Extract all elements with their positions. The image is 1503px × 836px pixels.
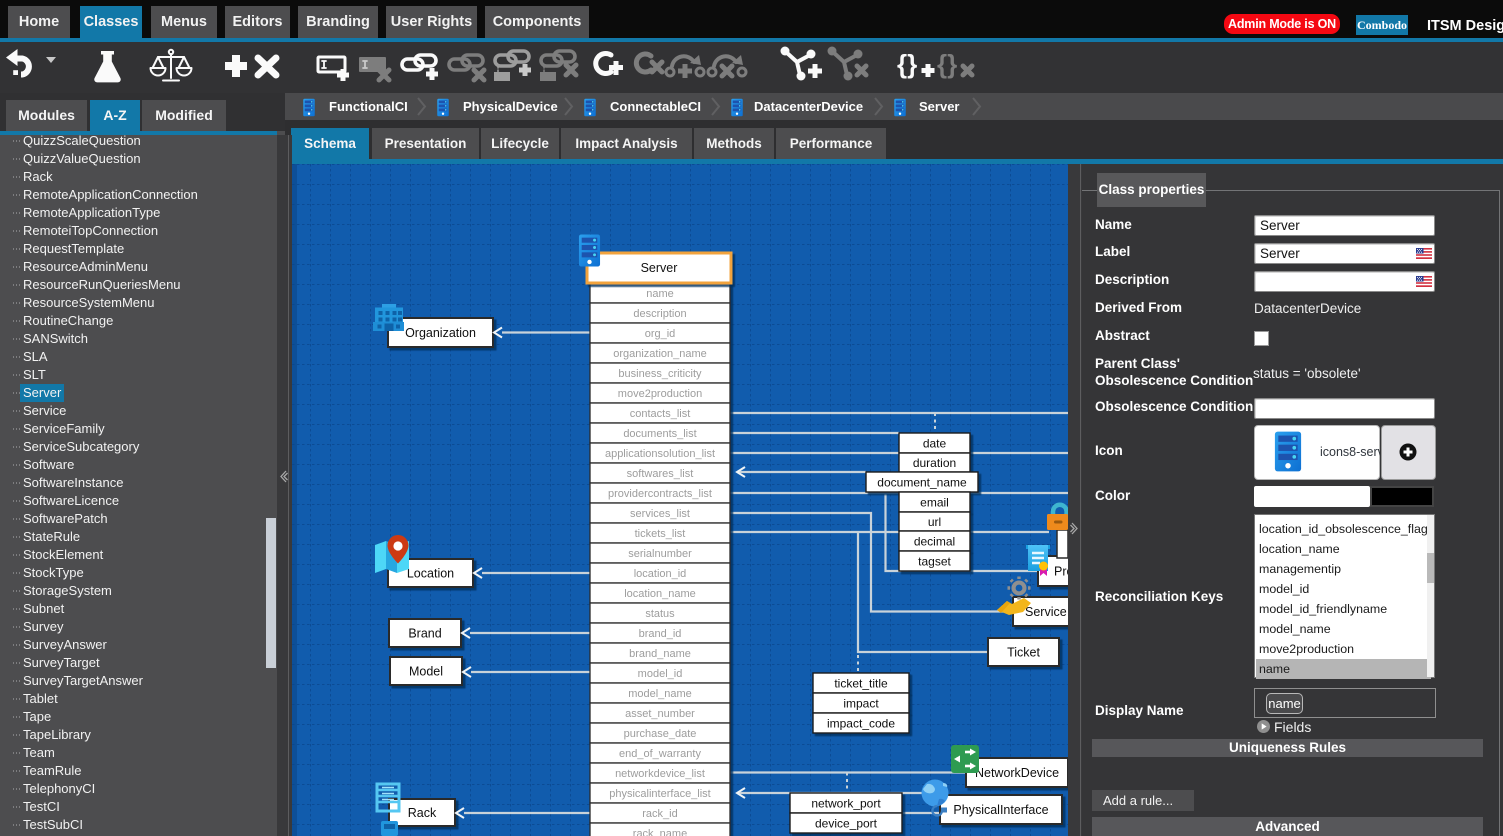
svg-text:tagset: tagset bbox=[918, 555, 951, 569]
svg-text:Brand: Brand bbox=[408, 627, 441, 641]
svg-text:impact_code: impact_code bbox=[827, 717, 895, 731]
svg-text:asset_number: asset_number bbox=[625, 708, 695, 720]
svg-text:brand_name: brand_name bbox=[629, 648, 691, 660]
svg-text:device_port: device_port bbox=[815, 817, 878, 831]
svg-text:date: date bbox=[923, 437, 947, 451]
svg-text:organization_name: organization_name bbox=[613, 348, 707, 360]
svg-text:services_list: services_list bbox=[630, 508, 690, 520]
svg-text:networkdevice_list: networkdevice_list bbox=[615, 768, 705, 780]
svg-text:location_name: location_name bbox=[624, 588, 696, 600]
svg-text:business_criticity: business_criticity bbox=[618, 368, 702, 380]
svg-text:end_of_warranty: end_of_warranty bbox=[619, 748, 701, 760]
svg-text:impact: impact bbox=[843, 697, 879, 711]
svg-text:purchase_date: purchase_date bbox=[624, 728, 697, 740]
svg-text:model_name: model_name bbox=[628, 688, 692, 700]
svg-text:PhysicalInterface: PhysicalInterface bbox=[953, 803, 1048, 817]
svg-text:duration: duration bbox=[913, 456, 956, 470]
svg-text:Location: Location bbox=[407, 567, 454, 581]
svg-text:Ticket: Ticket bbox=[1007, 646, 1040, 660]
svg-text:move2production: move2production bbox=[618, 388, 702, 400]
svg-text:network_port: network_port bbox=[811, 797, 881, 811]
svg-text:{}: {} bbox=[897, 49, 917, 79]
svg-text:rack_id: rack_id bbox=[642, 808, 677, 820]
svg-text:name: name bbox=[646, 288, 674, 300]
svg-text:physicalinterface_list: physicalinterface_list bbox=[609, 788, 711, 800]
svg-text:contacts_list: contacts_list bbox=[630, 408, 691, 420]
svg-text:brand_id: brand_id bbox=[639, 628, 682, 640]
svg-text:Model: Model bbox=[409, 665, 443, 679]
svg-text:document_name: document_name bbox=[877, 476, 967, 490]
svg-text:{}: {} bbox=[937, 49, 957, 79]
svg-text:applicationsolution_list: applicationsolution_list bbox=[605, 448, 715, 460]
svg-text:ProviderContract: ProviderContract bbox=[1054, 565, 1068, 579]
svg-text:NetworkDevice: NetworkDevice bbox=[975, 766, 1059, 780]
svg-text:org_id: org_id bbox=[645, 328, 676, 340]
svg-text:status: status bbox=[645, 608, 675, 620]
svg-text:documents_list: documents_list bbox=[623, 428, 696, 440]
svg-text:softwares_list: softwares_list bbox=[627, 468, 694, 480]
svg-text:rack_name: rack_name bbox=[633, 828, 687, 836]
svg-text:serialnumber: serialnumber bbox=[628, 548, 692, 560]
svg-text:Rack: Rack bbox=[408, 806, 437, 820]
svg-text:email: email bbox=[920, 496, 949, 510]
svg-text:description: description bbox=[633, 308, 686, 320]
svg-text:model_id: model_id bbox=[638, 668, 683, 680]
svg-text:location_id: location_id bbox=[634, 568, 687, 580]
svg-text:Service: Service bbox=[1025, 605, 1067, 619]
svg-text:url: url bbox=[928, 515, 941, 529]
svg-text:providercontracts_list: providercontracts_list bbox=[608, 488, 712, 500]
svg-text:decimal: decimal bbox=[914, 535, 955, 549]
svg-text:Server: Server bbox=[641, 261, 678, 275]
svg-text:Organization: Organization bbox=[405, 326, 476, 340]
svg-text:tickets_list: tickets_list bbox=[635, 528, 686, 540]
svg-text:ticket_title: ticket_title bbox=[834, 677, 888, 691]
